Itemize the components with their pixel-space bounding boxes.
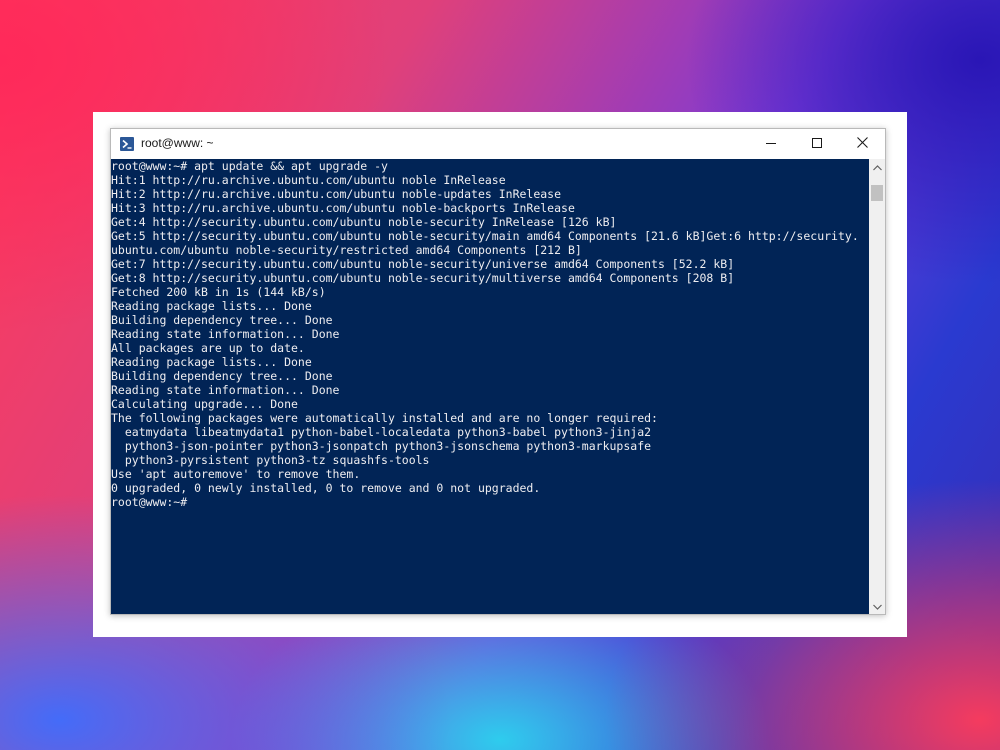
terminal-lines: root@www:~# apt update && apt upgrade -y… [111,159,869,509]
chevron-down-icon [872,597,882,615]
terminal-line: Reading package lists... Done [111,355,312,369]
scroll-thumb[interactable] [871,185,883,201]
close-icon [856,135,868,153]
terminal-line: Get:8 http://security.ubuntu.com/ubuntu … [111,271,735,285]
terminal-line: python3-pyrsistent python3-tz squashfs-t… [111,453,430,467]
terminal-line: python3-json-pointer python3-jsonpatch p… [111,439,652,453]
close-button[interactable] [839,129,885,159]
terminal-line: Get:4 http://security.ubuntu.com/ubuntu … [111,215,617,229]
terminal-line: Hit:3 http://ru.archive.ubuntu.com/ubunt… [111,201,575,215]
terminal-line: All packages are up to date. [111,341,305,355]
window-title: root@www: ~ [141,136,214,150]
terminal-line: Get:7 http://security.ubuntu.com/ubuntu … [111,257,735,271]
terminal-line: eatmydata libeatmydata1 python-babel-loc… [111,425,652,439]
terminal-line: root@www:~# [111,495,188,509]
terminal-line: Building dependency tree... Done [111,313,333,327]
scroll-down-button[interactable] [869,598,885,614]
terminal-line: Calculating upgrade... Done [111,397,298,411]
minimize-button[interactable] [748,129,794,159]
vertical-scrollbar[interactable] [869,159,885,614]
terminal-icon [120,137,134,151]
maximize-button[interactable] [794,129,840,159]
terminal-line: root@www:~# apt update && apt upgrade -y [111,159,388,173]
terminal-line: Reading state information... Done [111,383,340,397]
chevron-up-icon [872,158,882,176]
terminal-line: The following packages were automaticall… [111,411,658,425]
maximize-icon [812,135,822,153]
terminal-window: root@www: ~ root@www:~# apt update && ap… [110,128,886,615]
terminal-line: Building dependency tree... Done [111,369,333,383]
terminal-output[interactable]: root@www:~# apt update && apt upgrade -y… [111,159,869,614]
terminal-line: Get:5 http://security.ubuntu.com/ubuntu … [111,229,859,243]
terminal-line: Hit:2 http://ru.archive.ubuntu.com/ubunt… [111,187,562,201]
terminal-line: Fetched 200 kB in 1s (144 kB/s) [111,285,326,299]
terminal-line: Reading package lists... Done [111,299,312,313]
terminal-line: Hit:1 http://ru.archive.ubuntu.com/ubunt… [111,173,506,187]
terminal-line: Reading state information... Done [111,327,340,341]
terminal-line: ubuntu.com/ubuntu noble-security/restric… [111,243,582,257]
terminal-line: 0 upgraded, 0 newly installed, 0 to remo… [111,481,541,495]
scroll-up-button[interactable] [869,159,885,175]
title-bar[interactable]: root@www: ~ [111,129,885,159]
minimize-icon [766,135,776,153]
terminal-line: Use 'apt autoremove' to remove them. [111,467,361,481]
